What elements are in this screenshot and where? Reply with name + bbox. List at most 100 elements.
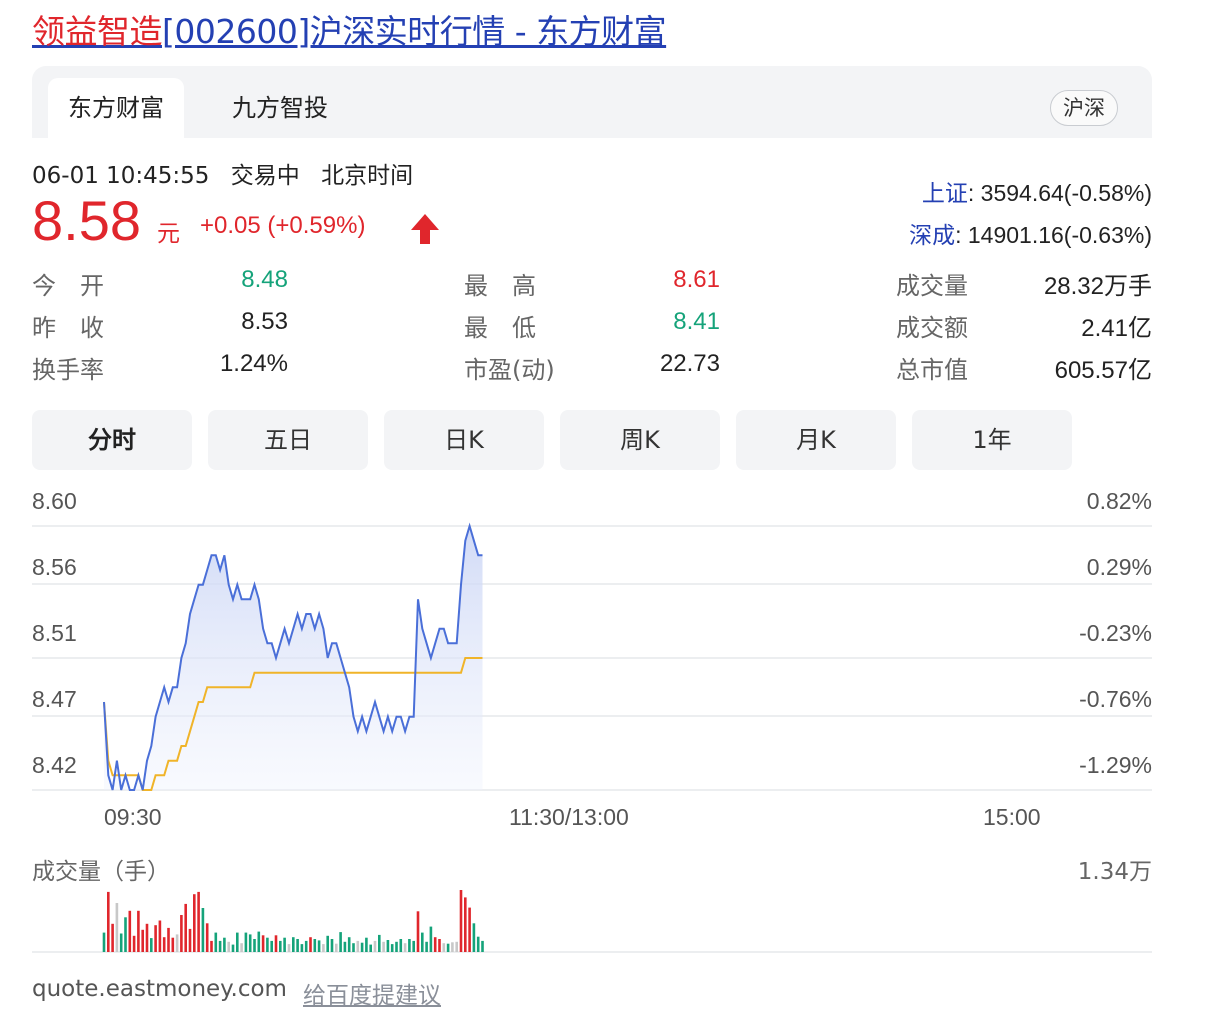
stat-prev-close-value: 8.53 bbox=[241, 308, 288, 335]
stat-mktcap-value: 605.57亿 bbox=[1054, 357, 1152, 384]
volume-bar bbox=[119, 933, 123, 952]
volume-bar bbox=[322, 944, 325, 952]
volume-bar bbox=[111, 923, 114, 952]
source-tabbar: 东方财富 九方智投 沪深 bbox=[32, 66, 1152, 138]
volume-bar bbox=[266, 937, 269, 952]
price-unit: 元 bbox=[157, 221, 180, 247]
volume-bar bbox=[283, 937, 286, 952]
volume-bar bbox=[369, 944, 372, 952]
market-badge[interactable]: 沪深 bbox=[1050, 90, 1118, 126]
volume-bar bbox=[365, 937, 368, 952]
volume-bar bbox=[287, 944, 291, 952]
stat-open-value: 8.48 bbox=[241, 266, 288, 293]
stat-low-label: 最 低 bbox=[464, 314, 536, 342]
volume-bar bbox=[382, 941, 385, 952]
index-shanghai[interactable]: 上证: 3594.64(-0.58%) bbox=[922, 174, 1152, 208]
volume-bar bbox=[223, 937, 226, 952]
volume-bar bbox=[214, 932, 218, 952]
y-left-tick: 8.47 bbox=[32, 686, 77, 712]
stat-pe-label: 市盈(动) bbox=[464, 356, 555, 384]
y-right-tick: 0.29% bbox=[1086, 554, 1152, 580]
period-5day-button[interactable]: 五日 bbox=[208, 410, 368, 470]
volume-bar bbox=[309, 937, 312, 952]
volume-bar bbox=[167, 927, 170, 952]
volume-bar bbox=[231, 944, 235, 952]
tab-jiufang[interactable]: 九方智投 bbox=[214, 78, 346, 138]
volume-bar bbox=[326, 935, 329, 952]
volume-bar bbox=[107, 891, 110, 952]
volume-bar bbox=[184, 903, 187, 952]
period-1year-button[interactable]: 1年 bbox=[912, 410, 1072, 470]
volume-bar bbox=[356, 940, 360, 952]
volume-bar bbox=[102, 932, 106, 952]
volume-bar bbox=[197, 891, 200, 952]
volume-bar bbox=[313, 939, 317, 952]
tab-eastmoney[interactable]: 东方财富 bbox=[48, 78, 184, 138]
volume-bar bbox=[343, 941, 347, 952]
volume-bar bbox=[175, 934, 179, 952]
stat-high-label: 最 高 bbox=[464, 272, 536, 300]
volume-bar bbox=[360, 942, 364, 952]
volume-bar bbox=[352, 943, 355, 952]
volume-bar bbox=[395, 941, 398, 952]
index-shenzhen[interactable]: 深成: 14901.16(-0.63%) bbox=[909, 216, 1152, 250]
volume-bar bbox=[455, 941, 458, 952]
stat-high-value: 8.61 bbox=[673, 266, 720, 293]
volume-bar bbox=[128, 910, 132, 952]
stat-prev-close-label: 昨 收 bbox=[32, 314, 104, 342]
y-left-tick: 8.42 bbox=[32, 752, 77, 778]
volume-bar bbox=[438, 939, 441, 952]
volume-bar bbox=[171, 937, 175, 952]
y-right-tick: -0.23% bbox=[1079, 620, 1152, 646]
y-left-tick: 8.51 bbox=[32, 620, 77, 646]
volume-max-label: 1.34万 bbox=[1077, 859, 1152, 885]
volume-bar bbox=[433, 937, 437, 952]
volume-bar bbox=[261, 935, 265, 952]
volume-bar bbox=[270, 940, 273, 952]
stat-low-value: 8.41 bbox=[673, 308, 720, 335]
period-daily-k-button[interactable]: 日K bbox=[384, 410, 544, 470]
volume-bar bbox=[115, 903, 119, 952]
feedback-link[interactable]: 给百度提建议 bbox=[303, 976, 441, 1010]
intraday-chart[interactable] bbox=[0, 0, 1218, 1028]
volume-bar bbox=[253, 939, 256, 952]
volume-bar bbox=[279, 940, 282, 952]
price-area bbox=[104, 526, 483, 790]
volume-bar bbox=[416, 911, 420, 952]
page-title-link[interactable]: 领益智造[002600]沪深实时行情 - 东方财富 bbox=[32, 10, 667, 54]
volume-bar bbox=[390, 944, 394, 952]
volume-bar bbox=[317, 940, 321, 952]
volume-bar bbox=[300, 944, 304, 952]
volume-bar bbox=[373, 940, 377, 952]
period-weekly-k-button[interactable]: 周K bbox=[560, 410, 720, 470]
volume-bar bbox=[378, 934, 381, 952]
volume-bar bbox=[240, 943, 243, 952]
price-change: +0.05 (+0.59%) bbox=[200, 212, 366, 239]
volume-bar bbox=[403, 943, 407, 952]
volume-bar bbox=[180, 915, 183, 952]
index-shanghai-value: : 3594.64(-0.58%) bbox=[967, 180, 1152, 206]
x-tick-open: 09:30 bbox=[104, 804, 162, 830]
volume-bar bbox=[296, 939, 299, 952]
volume-bar bbox=[158, 920, 162, 952]
volume-bar bbox=[330, 939, 334, 952]
average-price-line bbox=[103, 657, 483, 791]
period-monthly-k-button[interactable]: 月K bbox=[736, 410, 896, 470]
volume-bar bbox=[412, 940, 415, 952]
volume-bar bbox=[210, 940, 213, 952]
period-intraday-button[interactable]: 分时 bbox=[32, 410, 192, 470]
status-row: 06-01 10:45:55 交易中 北京时间 bbox=[32, 156, 427, 190]
index-shanghai-label: 上证 bbox=[921, 180, 968, 206]
volume-bar bbox=[137, 910, 140, 952]
volume-bar bbox=[472, 923, 476, 952]
volume-bar bbox=[386, 940, 390, 952]
stat-pe-value: 22.73 bbox=[659, 350, 720, 377]
volume-bar bbox=[150, 938, 153, 952]
volume-bar bbox=[464, 897, 467, 952]
volume-bar bbox=[248, 934, 252, 952]
volume-bar bbox=[124, 917, 127, 952]
current-price: 8.58 bbox=[32, 189, 141, 252]
volume-bar bbox=[446, 943, 450, 952]
y-right-tick: -1.29% bbox=[1079, 752, 1152, 778]
price-line bbox=[103, 522, 483, 791]
